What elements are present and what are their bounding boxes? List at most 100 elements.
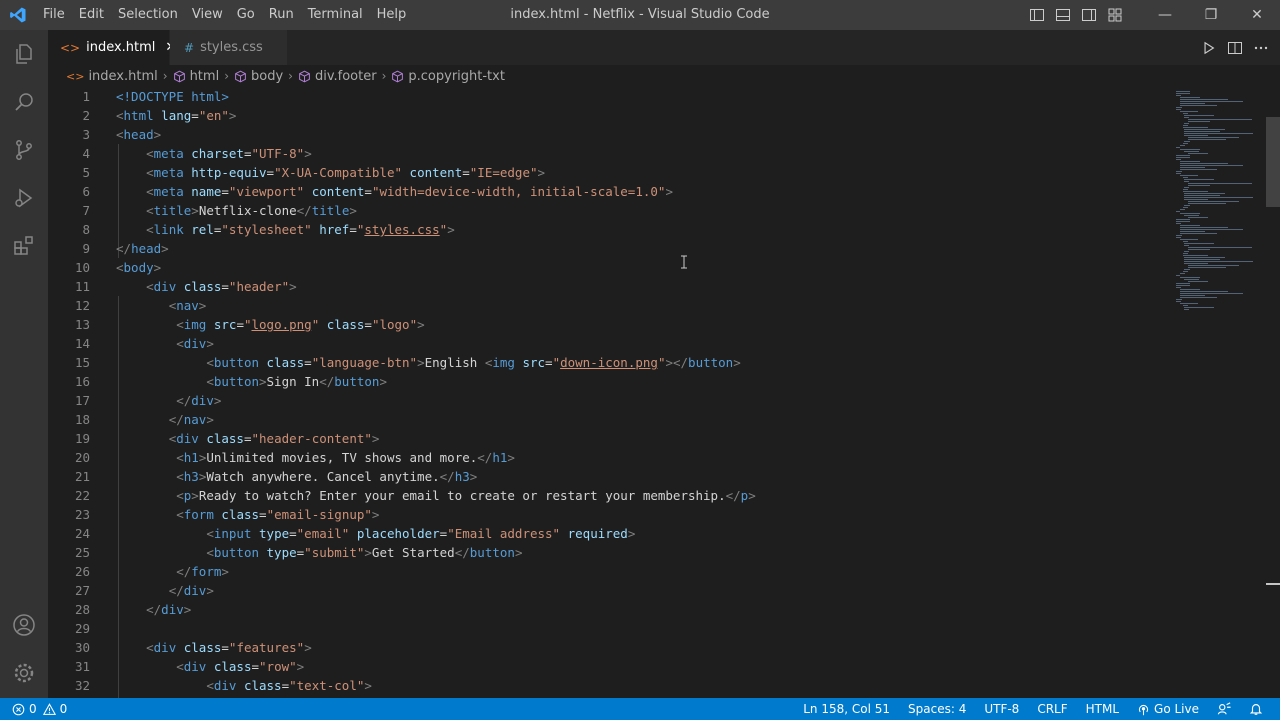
menu-go[interactable]: Go bbox=[230, 0, 262, 30]
minimap-line bbox=[1188, 139, 1226, 140]
breadcrumb-item-div-footer[interactable]: div.footer bbox=[298, 69, 377, 84]
code-line[interactable]: <div class="features"> bbox=[116, 638, 1180, 657]
minimap-line bbox=[1188, 119, 1252, 120]
toggle-primary-sidebar-icon[interactable] bbox=[1024, 0, 1050, 30]
code-line[interactable]: <img src="logo.png" class="logo"> bbox=[116, 315, 1180, 334]
breadcrumb-item-p-copyright[interactable]: p.copyright-txt bbox=[391, 69, 505, 84]
code-line[interactable]: <button type="submit">Get Started</butto… bbox=[116, 543, 1180, 562]
menu-terminal[interactable]: Terminal bbox=[301, 0, 370, 30]
code-line[interactable]: <button>Sign In</button> bbox=[116, 372, 1180, 391]
code-token: < bbox=[146, 222, 154, 237]
code-line[interactable]: <meta name="viewport" content="width=dev… bbox=[116, 182, 1180, 201]
feedback-icon[interactable] bbox=[1208, 702, 1240, 716]
code-line[interactable]: <p>Ready to watch? Enter your email to c… bbox=[116, 486, 1180, 505]
code-lines[interactable]: <!DOCTYPE html> <html lang="en"> <head> <m… bbox=[116, 87, 1180, 695]
minimap-line bbox=[1176, 235, 1183, 236]
code-line[interactable]: <h1>Unlimited movies, TV shows and more.… bbox=[116, 448, 1180, 467]
menu-selection[interactable]: Selection bbox=[111, 0, 185, 30]
explorer-icon[interactable] bbox=[0, 30, 48, 78]
code-token: button bbox=[469, 545, 515, 560]
code-line[interactable]: <html lang="en"> bbox=[116, 106, 1180, 125]
minimap[interactable] bbox=[1176, 87, 1266, 310]
code-token: < bbox=[176, 488, 184, 503]
breadcrumb-item-body[interactable]: body bbox=[234, 69, 283, 84]
code-line[interactable]: </head> bbox=[116, 239, 1180, 258]
more-actions-icon[interactable] bbox=[1248, 35, 1274, 61]
code-line[interactable] bbox=[116, 619, 1180, 638]
code-line[interactable]: <nav> bbox=[116, 296, 1180, 315]
code-token: < bbox=[176, 336, 184, 351]
code-token: content bbox=[311, 184, 365, 199]
code-token: < bbox=[206, 526, 214, 541]
menu-view[interactable]: View bbox=[185, 0, 230, 30]
code-line[interactable]: </div> bbox=[116, 600, 1180, 619]
code-line[interactable]: <meta charset="UTF-8"> bbox=[116, 144, 1180, 163]
minimize-button[interactable]: — bbox=[1142, 0, 1188, 30]
minimap-line bbox=[1176, 221, 1191, 222]
encoding-status[interactable]: UTF-8 bbox=[975, 698, 1028, 720]
minimap-line bbox=[1183, 271, 1189, 272]
breadcrumb-item-file[interactable]: <> index.html bbox=[66, 69, 158, 84]
language-mode-status[interactable]: HTML bbox=[1077, 698, 1128, 720]
notifications-bell-icon[interactable] bbox=[1240, 702, 1272, 716]
menu-edit[interactable]: Edit bbox=[72, 0, 111, 30]
minimap-line bbox=[1180, 175, 1198, 176]
minimap-line bbox=[1180, 169, 1217, 170]
menu-run[interactable]: Run bbox=[262, 0, 301, 30]
code-line[interactable]: <!DOCTYPE html> bbox=[116, 87, 1180, 106]
code-token: class bbox=[221, 507, 260, 522]
eol-status[interactable]: CRLF bbox=[1028, 698, 1076, 720]
code-line[interactable]: </div> bbox=[116, 581, 1180, 600]
vertical-scrollbar-thumb[interactable] bbox=[1266, 117, 1280, 207]
close-window-button[interactable]: ✕ bbox=[1234, 0, 1280, 30]
minimap-line bbox=[1180, 99, 1228, 100]
source-control-icon[interactable] bbox=[0, 126, 48, 174]
problems-status[interactable]: 0 0 bbox=[12, 698, 76, 720]
code-line[interactable]: <link rel="stylesheet" href="styles.css"… bbox=[116, 220, 1180, 239]
tab-index-html[interactable]: <> index.html ✕ bbox=[48, 30, 176, 65]
customize-layout-icon[interactable] bbox=[1102, 0, 1128, 30]
code-line[interactable]: <h3>Watch anywhere. Cancel anytime.</h3> bbox=[116, 467, 1180, 486]
minimap-line bbox=[1180, 273, 1186, 274]
indentation-status[interactable]: Spaces: 4 bbox=[899, 698, 975, 720]
code-token: meta bbox=[153, 146, 184, 161]
code-token: button bbox=[213, 545, 259, 560]
toggle-panel-icon[interactable] bbox=[1050, 0, 1076, 30]
menu-help[interactable]: Help bbox=[370, 0, 414, 30]
code-line[interactable]: <div class="text-col"> bbox=[116, 676, 1180, 695]
run-debug-icon[interactable] bbox=[0, 174, 48, 222]
code-line[interactable]: <head> bbox=[116, 125, 1180, 144]
code-line[interactable]: <div class="header-content"> bbox=[116, 429, 1180, 448]
code-token: </ bbox=[146, 602, 162, 617]
manage-gear-icon[interactable] bbox=[0, 649, 48, 697]
code-line[interactable]: <div class="header"> bbox=[116, 277, 1180, 296]
go-live-button[interactable]: Go Live bbox=[1128, 698, 1208, 720]
toggle-secondary-sidebar-icon[interactable] bbox=[1076, 0, 1102, 30]
extensions-icon[interactable] bbox=[0, 222, 48, 270]
code-line[interactable]: <button class="language-btn">English <im… bbox=[116, 353, 1180, 372]
accounts-icon[interactable] bbox=[0, 601, 48, 649]
menu-file[interactable]: File bbox=[36, 0, 72, 30]
code-line[interactable]: <div> bbox=[116, 334, 1180, 353]
code-token: > bbox=[507, 450, 515, 465]
code-line[interactable]: </form> bbox=[116, 562, 1180, 581]
code-line[interactable]: </nav> bbox=[116, 410, 1180, 429]
cursor-position-status[interactable]: Ln 158, Col 51 bbox=[794, 698, 899, 720]
code-token: < bbox=[176, 659, 184, 674]
code-line[interactable]: <div class="row"> bbox=[116, 657, 1180, 676]
split-editor-icon[interactable] bbox=[1222, 35, 1248, 61]
tab-styles-css[interactable]: # styles.css bbox=[170, 30, 288, 65]
code-line[interactable]: <body> bbox=[116, 258, 1180, 277]
run-file-icon[interactable] bbox=[1196, 35, 1222, 61]
breadcrumb-item-html[interactable]: html bbox=[173, 69, 219, 84]
restore-button[interactable]: ❐ bbox=[1188, 0, 1234, 30]
code-line[interactable]: <input type="email" placeholder="Email a… bbox=[116, 524, 1180, 543]
code-token: http-equiv bbox=[191, 165, 267, 180]
code-editor[interactable]: 1 2 3 4 5 6 7 8 9 10 11 12 13 14 15 16 17 18 19 20 21 22 23 24 2… bbox=[48, 87, 1280, 698]
code-line[interactable]: <meta http-equiv="X-UA-Compatible" conte… bbox=[116, 163, 1180, 182]
search-icon[interactable] bbox=[0, 78, 48, 126]
line-number: 2 bbox=[82, 108, 90, 123]
code-line[interactable]: <form class="email-signup"> bbox=[116, 505, 1180, 524]
code-line[interactable]: <title>Netflix-clone</title> bbox=[116, 201, 1180, 220]
code-line[interactable]: </div> bbox=[116, 391, 1180, 410]
